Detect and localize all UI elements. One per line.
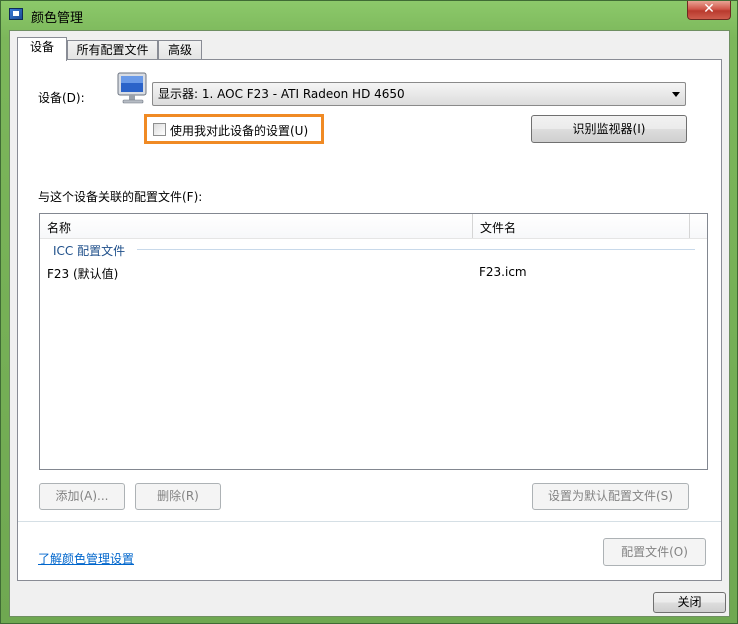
column-divider[interactable] [689,214,690,238]
use-my-settings-label[interactable]: 使用我对此设备的设置(U) [170,122,308,139]
column-header-name[interactable]: 名称 [47,219,71,236]
profiles-button[interactable]: 配置文件(O) [603,538,706,566]
color-management-app-icon [9,8,23,20]
group-header: ICC 配置文件 [53,244,126,258]
title-bar[interactable]: 颜色管理 ✕ [1,1,737,29]
close-button[interactable]: 关闭 [653,592,726,613]
device-select[interactable]: 显示器: 1. AOC F23 - ATI Radeon HD 4650 [152,82,686,106]
column-header-filename[interactable]: 文件名 [480,219,516,236]
profile-filename: F23.icm [479,265,527,279]
window-close-button[interactable]: ✕ [687,1,731,20]
tab-devices[interactable]: 设备 [17,37,67,61]
tab-advanced[interactable]: 高级 [158,40,202,60]
device-select-value: 显示器: 1. AOC F23 - ATI Radeon HD 4650 [158,87,405,101]
profiles-label: 与这个设备关联的配置文件(F): [38,190,203,204]
set-default-button[interactable]: 设置为默认配置文件(S) [532,483,689,510]
profile-name: F23 (默认值) [47,267,119,281]
learn-color-management-link[interactable]: 了解颜色管理设置 [38,550,134,567]
tab-all-profiles[interactable]: 所有配置文件 [67,40,158,60]
profiles-list[interactable]: 名称 文件名 ICC 配置文件 F23 (默认值) F23.icm [39,213,708,470]
divider [18,521,721,522]
dropdown-arrow-icon [672,92,680,97]
remove-button[interactable]: 删除(R) [135,483,221,510]
identify-monitor-button[interactable]: 识别监视器(I) [531,115,687,143]
use-my-settings-checkbox[interactable] [153,123,166,136]
devices-panel: 设备(D): 显示器: 1. AOC F23 - ATI Radeon HD 4… [17,59,722,581]
column-divider[interactable] [472,214,473,238]
group-divider [137,249,695,250]
client-area: 设备 所有配置文件 高级 设备(D): 显示器: 1. AOC F23 - AT… [9,30,730,617]
window-title: 颜色管理 [31,11,84,26]
list-header: 名称 文件名 [40,214,707,239]
monitor-icon [117,72,147,104]
device-label: 设备(D): [38,91,85,105]
add-button[interactable]: 添加(A)... [39,483,125,510]
color-management-window: 颜色管理 ✕ 设备 所有配置文件 高级 设备(D): 显示器: 1. AOC F… [0,0,738,624]
